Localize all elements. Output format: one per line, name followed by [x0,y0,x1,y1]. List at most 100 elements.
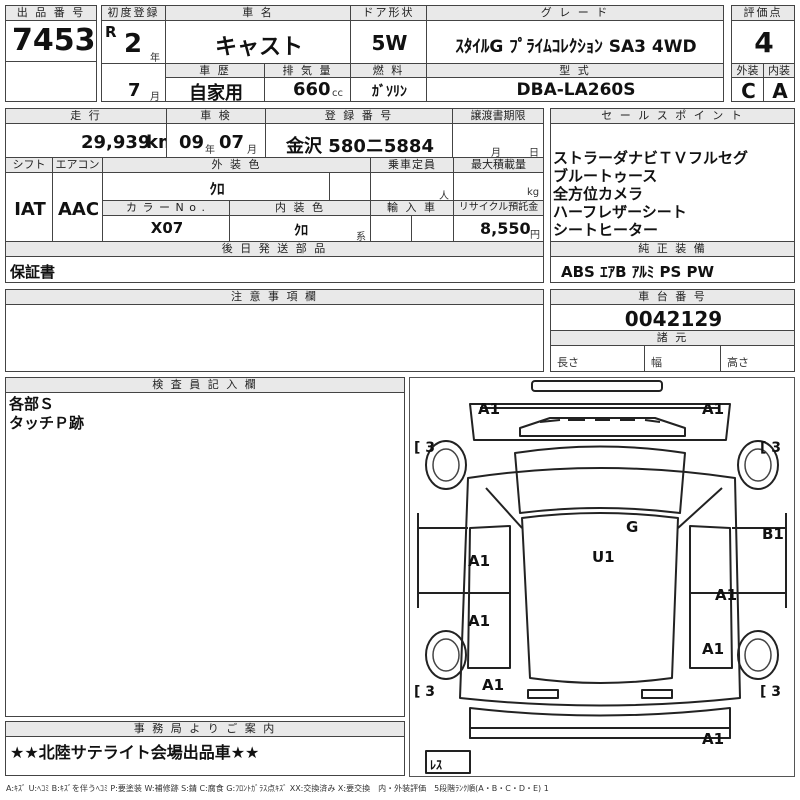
chassis-header: 車 台 番 号 [550,289,795,305]
import-cell-a [370,215,412,242]
tire-fl: [ 3 [414,440,436,456]
ext-grade-cell: C [731,77,764,102]
capacity-cell: 人 [370,172,454,201]
kg-unit: kg [527,187,540,198]
fuel-value: ｶﾞｿﾘﾝ [372,84,407,100]
inspector-note: 各部Ｓ [9,395,55,413]
tire-fl-value: 3 [425,440,436,456]
legend-text: A:ｷｽﾞ U:ﾍｺﾐ B:ｷｽﾞを伴うﾍｺﾐ P:要塗装 W:補修跡 S:錆 … [6,784,549,793]
sales-point: 全方位カメラ [553,185,644,203]
mark-rear-bumper: A1 [702,730,725,748]
car-outline [417,380,787,774]
person-unit: 人 [439,191,449,201]
color-no-header: カ ラ ー N o . [102,200,230,216]
int-color-value: ｸﾛ [294,223,308,239]
ext-grade: C [741,79,756,102]
notes-cell [5,304,544,372]
length-label: 長さ [557,356,579,369]
inspection-cell: 09 年 07 月 [166,123,266,158]
shift-cell: IAT [5,172,53,242]
mileage-cell: 29,939 km [5,123,167,158]
shift-value: IAT [14,199,46,220]
transfer-month-unit: 月 [491,148,501,158]
sales-list: ストラーダナビＴＶフルセグ ブルートゥース 全方位カメラ ハーフレザーシート シ… [553,149,748,239]
color-code: X07 [150,219,184,237]
grade-text: ｽﾀｲﾙG ﾌﾟﾗｲﾑｺﾚｸｼｮﾝ SA3 4WD [455,37,697,57]
chassis-number: 0042129 [624,307,723,331]
int-grade-header: 内装 [763,63,795,78]
mark-right-side: B1 [762,525,784,543]
door-type: 5W [371,31,408,55]
transfer-header: 譲渡書期限 [452,108,544,124]
score-cell: 4 [731,20,795,64]
import-header: 輸 入 車 [370,200,454,216]
car-name-cell: キャスト [165,20,351,64]
month-unit: 月 [150,92,160,102]
transfer-cell: 月 日 [452,123,544,158]
equipment-header: 純 正 装 備 [550,241,795,257]
color-no-cell: X07 [102,215,230,242]
ac-header: エアコン [52,157,103,173]
displacement-header: 排 気 量 [264,63,351,78]
insp-month-unit: 月 [247,145,257,156]
recycle-fee: 8,550 [480,219,531,238]
ext-color-value: ｸﾛ [209,180,225,198]
office-header: 事 務 局 よ り ご 案 内 [5,721,405,737]
spare-tire: ﾚｽ [430,758,443,772]
width-label: 幅 [651,356,662,369]
tire-fr-value: 3 [771,440,782,456]
inspector-note: タッチＰ跡 [9,414,85,432]
ac-cell: AAC [52,172,103,242]
notes-header: 注 意 事 項 欄 [5,289,544,305]
lot-header: 出 品 番 号 [5,5,97,21]
height-cell: 高さ [720,345,795,372]
model-code: DBA-LA260S [516,80,636,100]
sales-point: ストラーダナビＴＶフルセグ [553,149,749,167]
int-color-cell: ｸﾛ 系 [229,215,371,242]
lot-number: 74532 [12,23,96,58]
max-load-header: 最大積載量 [453,157,544,173]
car-name: キャスト [214,35,303,60]
width-cell: 幅 [644,345,721,372]
sales-point: ハーフレザーシート [553,203,687,221]
insp-year: 09 [179,132,205,153]
tire-rl-value: 3 [425,684,436,700]
ac-value: AAC [57,199,100,220]
office-note: ★★北陸サテライト会場出品車★★ [10,743,260,762]
inspector-header: 検 査 員 記 入 欄 [5,377,405,393]
lot-blank [5,61,97,102]
reg-number-cell: 金沢 580ニ5884 [265,123,453,158]
int-grade: A [772,79,788,102]
int-color-header: 内 装 色 [229,200,371,216]
door-header: ドア形状 [350,5,427,21]
lot-number-cell: 74532 [5,20,97,62]
era-label: R [105,23,117,41]
insp-month: 07 [219,132,245,153]
cc-unit: cc [332,88,343,99]
displacement-cell: 660 cc [264,77,351,102]
sales-point: ブルートゥース [553,167,658,185]
grade-cell: ｽﾀｲﾙG ﾌﾟﾗｲﾑｺﾚｸｼｮﾝ SA3 4WD [426,20,724,64]
mark-right-rear-door: A1 [715,586,738,604]
tire-rr: [ 3 [760,684,782,700]
history-header: 車 歴 [165,63,265,78]
mark-left-rear-door: A1 [468,612,491,630]
reg-number: 金沢 580ニ5884 [286,136,434,157]
tire-fr: [ 3 [760,440,782,456]
model-header: 型 式 [426,63,724,78]
inspector-cell: 各部Ｓ タッチＰ跡 [5,392,405,717]
first-reg-header: 初度登録 [101,5,166,21]
mark-windshield: G [626,518,639,536]
equipment-cell: ABS ｴｱB ｱﾙﾐ PS PW [550,256,795,283]
reg-number-header: 登 録 番 号 [265,108,453,124]
mileage-value: 29,939 [81,132,151,153]
year-unit: 年 [150,53,160,64]
mark-fr-bumper: A1 [702,400,725,418]
int-grade-cell: A [763,77,795,102]
reg-month: 7 [128,80,141,101]
equipment-value: ABS ｴｱB ｱﾙﾐ PS PW [561,263,715,281]
parts-cell: 保証書 [5,256,544,283]
inspection-header: 車 検 [166,108,266,124]
length-cell: 長さ [550,345,645,372]
ext-color-extra [329,172,371,201]
